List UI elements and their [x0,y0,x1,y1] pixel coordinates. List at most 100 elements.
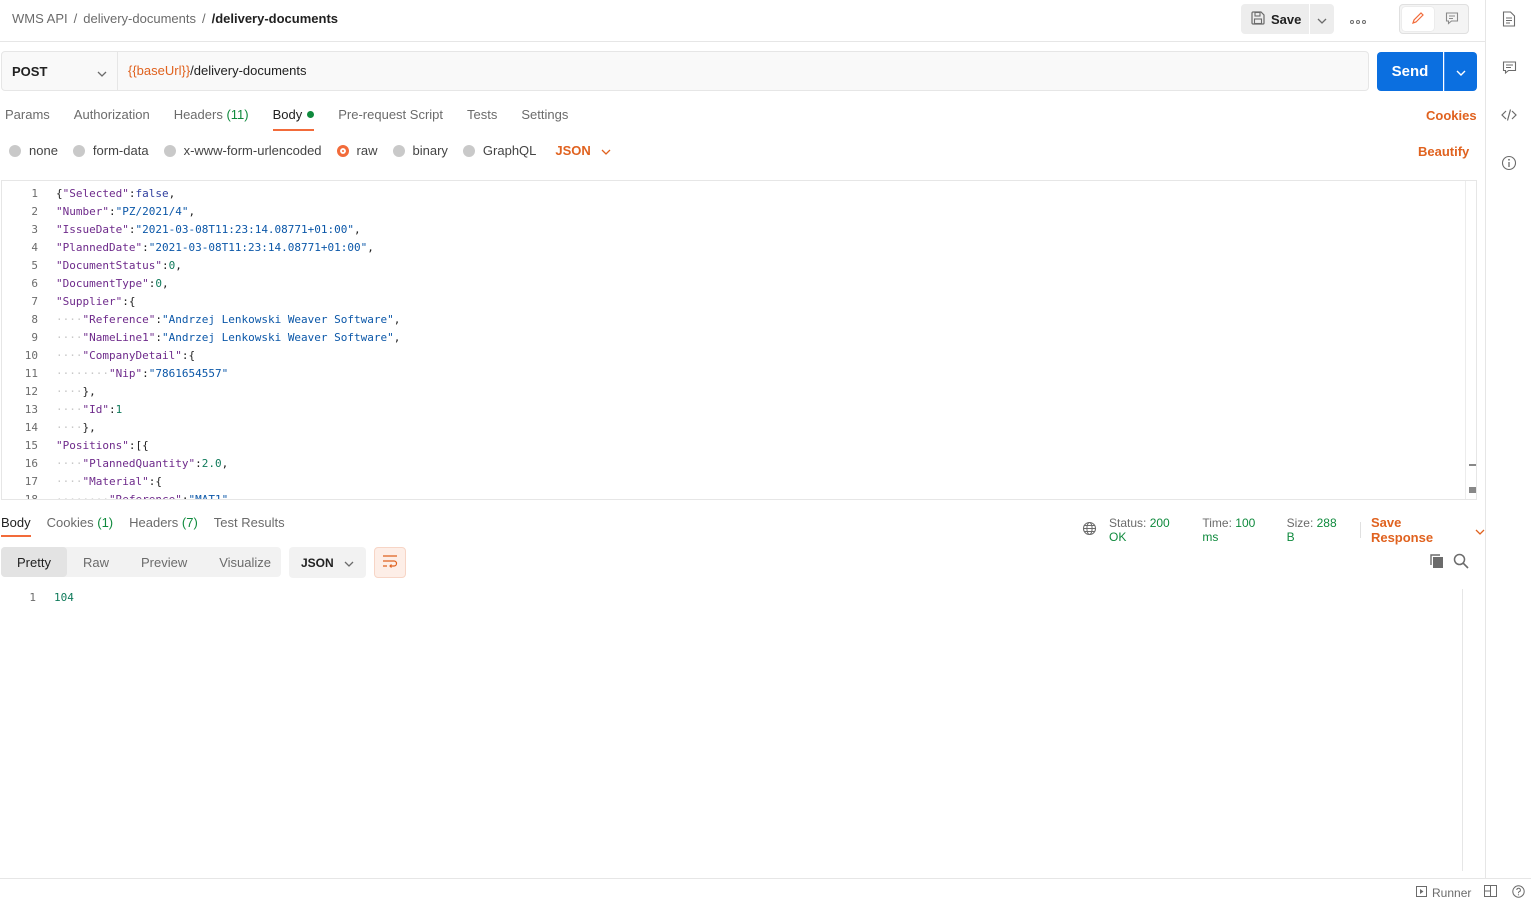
chevron-down-icon [1456,64,1466,79]
tab-label: Headers [173,107,223,122]
editor-line: 6 "DocumentType":0, [2,275,1462,293]
line-number: 5 [31,259,38,272]
breadcrumb-collection[interactable]: WMS API [12,11,68,27]
line-number: 10 [24,349,38,362]
save-options-button[interactable] [1310,4,1334,34]
breadcrumb-request[interactable]: /delivery-documents [212,11,338,27]
tab-label: Body [1,515,31,530]
code-text: ····"Material":{ [56,475,162,488]
radio-none[interactable]: none [9,143,58,158]
radio-circle-icon [462,144,475,157]
tab-body[interactable]: Body [272,107,315,131]
scroll-thumb[interactable] [1469,487,1476,493]
line-number: 18 [24,493,38,500]
status-info[interactable]: Status: 200 OK [1109,516,1190,544]
comments-icon[interactable] [1501,59,1517,75]
code-icon[interactable] [1501,107,1517,123]
view-pretty-button[interactable]: Pretty [1,547,67,577]
save-response-button[interactable]: Save Response [1371,515,1485,545]
edit-mode-button[interactable] [1402,7,1434,31]
copy-icon[interactable] [1429,553,1445,572]
wrap-lines-icon [382,554,398,571]
tab-label: Tests [467,107,498,122]
tab-settings[interactable]: Settings [521,107,568,129]
two-pane-icon[interactable] [1484,885,1497,900]
globe-icon[interactable] [1082,521,1097,539]
tab-response-cookies[interactable]: Cookies (1) [47,515,113,537]
radio-circle-icon [72,144,85,157]
tab-label: Body [272,107,303,122]
time-info[interactable]: Time: 100 ms [1202,516,1274,544]
method-select[interactable]: POST [2,52,118,90]
code-text: ····"Id":1 [56,403,123,416]
radio-x-www-form-urlencoded[interactable]: x-www-form-urlencoded [163,143,322,158]
response-view-toggle: Pretty Raw Preview Visualize [1,547,281,577]
radio-graphql[interactable]: GraphQL [462,143,536,158]
line-number: 1 [29,591,36,604]
tab-authorization[interactable]: Authorization [74,107,150,129]
send-button[interactable]: Send [1377,52,1443,91]
tab-response-body[interactable]: Body [1,515,31,537]
tab-pre-request-script[interactable]: Pre-request Script [338,107,443,129]
body-editor[interactable]: 1 {"Selected":false, 2 "Number":"PZ/2021/4"… [1,180,1477,500]
tab-count: (1) [97,515,114,530]
radio-raw[interactable]: raw [336,143,378,158]
editor-line: 15 "Positions":[{ [2,437,1462,455]
editor-scrollbar[interactable] [1465,181,1476,499]
tab-headers[interactable]: Headers (11) [174,107,249,129]
cookies-link[interactable]: Cookies [1426,108,1477,123]
line-number: 9 [31,331,38,344]
radio-selected-icon [336,144,349,157]
response-language-select[interactable]: JSON [289,547,366,578]
breadcrumb-folder[interactable]: delivery-documents [83,11,196,27]
beautify-button[interactable]: Beautify [1418,144,1469,159]
body-language-select[interactable]: JSON [555,143,611,158]
runner-label: Runner [1432,886,1472,900]
code-text: ········"Reference":"MAT1", [56,493,235,500]
url-variable: {{baseUrl}} [128,63,191,78]
tab-tests[interactable]: Tests [467,107,497,129]
pencil-icon [1411,11,1425,28]
comment-mode-button[interactable] [1436,7,1468,31]
code-text: "Number":"PZ/2021/4", [56,205,196,218]
tab-test-results[interactable]: Test Results [214,515,285,537]
more-actions-button[interactable] [1344,4,1372,34]
documentation-icon[interactable] [1501,11,1517,27]
search-icon[interactable] [1453,553,1469,572]
wrap-lines-button[interactable] [374,547,406,578]
request-header: WMS API / delivery-documents / /delivery… [0,0,1485,42]
editor-line: 7 "Supplier":{ [2,293,1462,311]
help-icon[interactable] [1512,885,1525,901]
view-visualize-button[interactable]: Visualize [203,547,287,577]
runner-button[interactable]: Runner [1416,886,1471,900]
tab-label: Params [5,107,50,122]
response-scrollbar[interactable] [1462,589,1463,871]
body-type-selector: none form-data x-www-form-urlencoded raw… [9,143,611,158]
code-text: ····}, [56,421,96,434]
tab-response-headers[interactable]: Headers (7) [129,515,198,537]
divider [1359,522,1361,538]
send-options-button[interactable] [1444,52,1477,91]
line-number: 11 [24,367,38,380]
view-preview-button[interactable]: Preview [125,547,203,577]
radio-binary[interactable]: binary [392,143,448,158]
url-input[interactable]: {{baseUrl}}/delivery-documents [128,63,307,78]
code-text: ····"NameLine1":"Andrzej Lenkowski Weave… [56,331,401,344]
response-body-viewer[interactable]: 1 104 [0,589,1478,871]
tab-params[interactable]: Params [5,107,50,129]
view-raw-button[interactable]: Raw [67,547,125,577]
radio-form-data[interactable]: form-data [72,143,149,158]
chevron-down-icon [344,556,354,570]
response-meta: Status: 200 OK Time: 100 ms Size: 288 B … [1082,515,1485,545]
code-text: ····"Reference":"Andrzej Lenkowski Weave… [56,313,401,326]
editor-line: 3 "IssueDate":"2021-03-08T11:23:14.08771+… [2,221,1462,239]
info-icon[interactable] [1501,155,1517,171]
save-button[interactable]: Save [1241,4,1309,34]
status-label: Status: [1109,516,1147,530]
line-number: 2 [31,205,38,218]
line-number: 6 [31,277,38,290]
chevron-down-icon [1317,12,1327,27]
editor-line: 2 "Number":"PZ/2021/4", [2,203,1462,221]
line-number: 12 [24,385,38,398]
size-info[interactable]: Size: 288 B [1287,516,1348,544]
